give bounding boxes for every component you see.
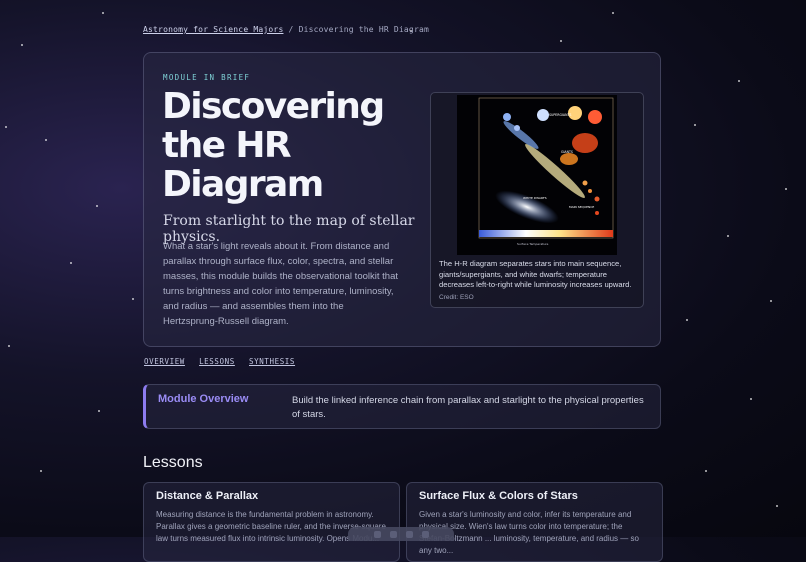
figure-credit: Credit: ESO bbox=[439, 294, 474, 301]
page-title: Discovering the HR Diagram bbox=[162, 86, 385, 205]
section-subnav: OVERVIEW LESSONS SYNTHESIS bbox=[144, 357, 304, 366]
overview-label: Module Overview bbox=[158, 393, 249, 405]
svg-text:SUPERGIANTS: SUPERGIANTS bbox=[549, 113, 571, 117]
lesson-card-title: Surface Flux & Colors of Stars bbox=[419, 490, 578, 502]
toolbar-icon[interactable] bbox=[389, 530, 397, 538]
lesson-card-title: Distance & Parallax bbox=[156, 490, 259, 502]
toolbar-icon[interactable] bbox=[373, 530, 381, 538]
module-hero-card: MODULE IN BRIEF Discovering the HR Diagr… bbox=[143, 52, 661, 347]
figure-caption: The H-R diagram separates stars into mai… bbox=[439, 259, 632, 289]
breadcrumb-current: Discovering the HR Diagram bbox=[298, 25, 429, 34]
subnav-overview-link[interactable]: OVERVIEW bbox=[144, 357, 185, 366]
hr-diagram-image: SUPERGIANTS GIANTS WHITE DWARFS MAIN SEQ… bbox=[457, 95, 617, 255]
bottom-toolbar bbox=[348, 527, 454, 541]
lesson-card-distance-parallax[interactable]: Distance & Parallax Measuring distance i… bbox=[143, 482, 400, 562]
module-kicker: MODULE IN BRIEF bbox=[163, 73, 251, 82]
module-overview-panel: Module Overview Build the linked inferen… bbox=[143, 384, 661, 429]
toolbar-icon[interactable] bbox=[405, 530, 413, 538]
svg-text:MAIN SEQUENCE: MAIN SEQUENCE bbox=[569, 205, 594, 209]
subnav-lessons-link[interactable]: LESSONS bbox=[199, 357, 235, 366]
lessons-heading: Lessons bbox=[143, 454, 203, 471]
breadcrumb-separator: / bbox=[288, 25, 294, 34]
overview-text: Build the linked inference chain from pa… bbox=[292, 395, 644, 420]
svg-text:Surface Temperature: Surface Temperature bbox=[517, 242, 549, 246]
breadcrumb-course-link[interactable]: Astronomy for Science Majors bbox=[143, 25, 283, 34]
toolbar-icon[interactable] bbox=[421, 530, 429, 538]
breadcrumb: Astronomy for Science Majors / Discoveri… bbox=[143, 25, 429, 34]
subnav-synthesis-link[interactable]: SYNTHESIS bbox=[249, 357, 295, 366]
hr-diagram-figure: SUPERGIANTS GIANTS WHITE DWARFS MAIN SEQ… bbox=[430, 92, 644, 308]
svg-text:GIANTS: GIANTS bbox=[561, 150, 573, 154]
module-description: What a star's light reveals about it. Fr… bbox=[163, 241, 398, 327]
lesson-card-surface-flux[interactable]: Surface Flux & Colors of Stars Given a s… bbox=[406, 482, 663, 562]
svg-text:WHITE DWARFS: WHITE DWARFS bbox=[523, 196, 547, 200]
